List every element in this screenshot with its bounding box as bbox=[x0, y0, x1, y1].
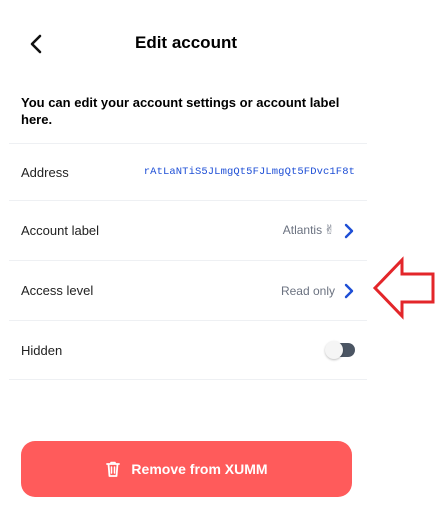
remove-button-label: Remove from XUMM bbox=[131, 461, 268, 477]
hidden-label: Hidden bbox=[21, 342, 63, 358]
intro-text: You can edit your account settings or ac… bbox=[21, 95, 340, 127]
address-row: Address rAtLaNTiS5JLmgQt5FJLmgQt5FDvc1F8… bbox=[9, 143, 367, 200]
toggle-knob bbox=[325, 341, 343, 359]
hidden-toggle[interactable] bbox=[325, 341, 355, 359]
chevron-right-icon bbox=[344, 283, 354, 298]
access-level-row[interactable]: Access level Read only bbox=[9, 260, 367, 320]
address-label: Address bbox=[21, 164, 69, 180]
address-value: rAtLaNTiS5JLmgQt5FJLmgQt5FDvc1F8t bbox=[143, 166, 355, 178]
chevron-right-icon bbox=[344, 223, 354, 238]
red-arrow-annotation-icon bbox=[372, 256, 435, 320]
account-label-value: Atlantis ✌ bbox=[283, 223, 335, 238]
access-level-chevron[interactable] bbox=[343, 283, 355, 299]
victory-hand-emoji: ✌ bbox=[324, 223, 335, 238]
access-level-value-wrap: Read only bbox=[281, 283, 355, 299]
page-title: Edit account bbox=[134, 33, 237, 52]
settings-list: Address rAtLaNTiS5JLmgQt5FJLmgQt5FDvc1F8… bbox=[9, 143, 367, 380]
trash-icon bbox=[106, 461, 121, 477]
account-label-row[interactable]: Account label Atlantis ✌ bbox=[9, 200, 367, 260]
account-label-text: Atlantis bbox=[282, 223, 323, 237]
hidden-row: Hidden bbox=[9, 320, 367, 380]
account-label-chevron[interactable] bbox=[343, 223, 355, 239]
account-label-label: Account label bbox=[21, 223, 100, 238]
remove-account-button[interactable]: Remove from XUMM bbox=[21, 441, 352, 497]
access-level-label: Access level bbox=[21, 283, 94, 298]
account-label-value-wrap: Atlantis ✌ bbox=[283, 223, 355, 239]
access-level-value: Read only bbox=[280, 283, 335, 298]
